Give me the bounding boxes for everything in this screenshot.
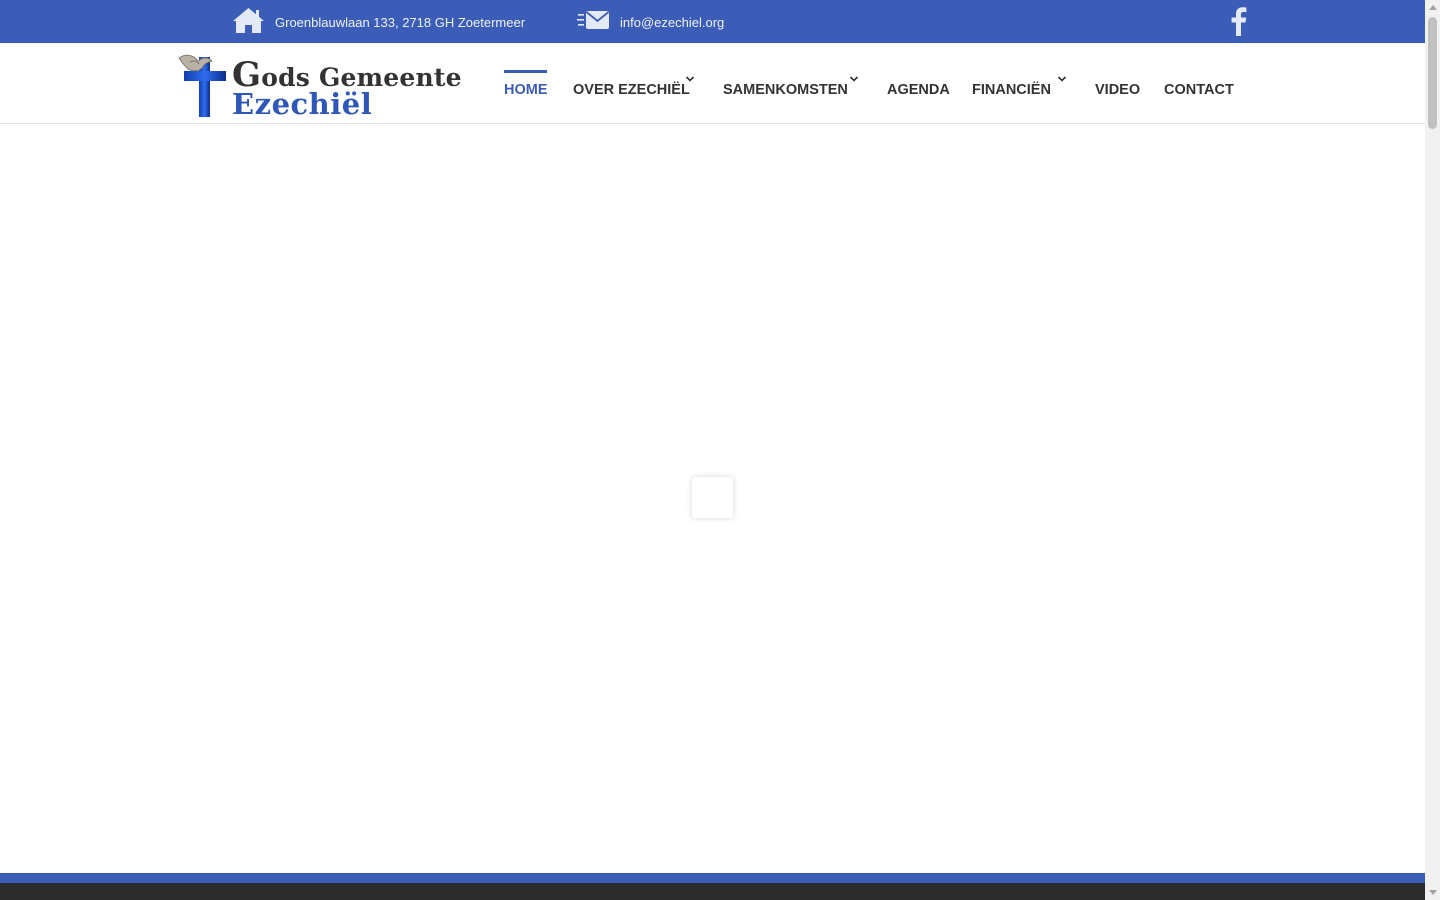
nav-label-agenda: AGENDA [887, 82, 950, 98]
nav-label-over-ezechiel: OVER EZECHIËL [573, 82, 690, 98]
chevron-down-icon [849, 76, 859, 82]
logo-subtitle: Ezechiël [232, 87, 373, 121]
address-text: Groenblauwlaan 133, 2718 GH Zoetermeer [275, 14, 526, 30]
address-block: Groenblauwlaan 133, 2718 GH Zoetermeer [232, 6, 525, 38]
cross-dove-icon [178, 54, 226, 117]
nav-label-contact: CONTACT [1164, 82, 1234, 98]
nav-label-video: VIDEO [1095, 82, 1141, 98]
site-header: Gods Gemeente Ezechiël HOME OVER EZECHIË… [0, 43, 1425, 124]
chevron-down-icon [685, 76, 695, 82]
top-info-bar: Groenblauwlaan 133, 2718 GH Zoetermeer i… [0, 0, 1425, 43]
active-indicator [504, 70, 547, 73]
facebook-icon[interactable] [1228, 5, 1250, 37]
email-block[interactable]: info@ezechiel.org [577, 6, 724, 38]
home-icon [232, 6, 265, 39]
scroll-down-arrow-icon[interactable] [1429, 890, 1437, 895]
vertical-scrollbar[interactable] [1425, 0, 1440, 900]
nav-label-home: HOME [504, 82, 548, 98]
nav-label-samenkomsten: SAMENKOMSTEN [723, 82, 848, 98]
nav-label-financien: FINANCIËN [972, 82, 1051, 98]
scrollbar-thumb[interactable] [1428, 17, 1437, 129]
site-footer [0, 883, 1425, 900]
footer-accent-bar [0, 873, 1425, 883]
scroll-up-arrow-icon[interactable] [1429, 5, 1437, 10]
site-logo[interactable]: Gods Gemeente Ezechiël [176, 51, 462, 121]
chevron-down-icon [1057, 76, 1067, 82]
page-loader [692, 477, 733, 518]
mail-icon [577, 9, 610, 36]
email-link[interactable]: info@ezechiel.org [620, 15, 724, 30]
